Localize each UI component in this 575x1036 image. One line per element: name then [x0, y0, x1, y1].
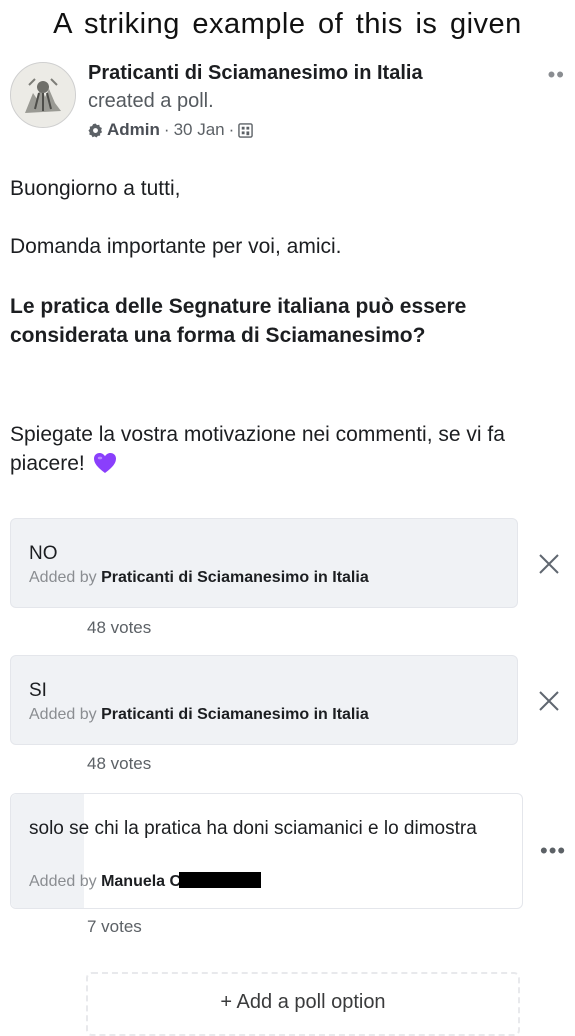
- caption-text: A striking example of this is given: [53, 8, 522, 40]
- meta-separator: ·: [228, 120, 235, 139]
- poll-option-label: NO: [29, 543, 58, 564]
- post-more-icon[interactable]: ••: [548, 62, 565, 88]
- purple-heart-icon: [93, 453, 116, 473]
- poll-option-label: SI: [29, 680, 47, 701]
- admin-label: Admin: [107, 120, 160, 139]
- close-icon[interactable]: [538, 553, 560, 575]
- close-icon[interactable]: [538, 690, 560, 712]
- group-privacy-icon: [238, 122, 254, 138]
- poll-option-added-by: Added by Praticanti di Sciamanesimo in I…: [29, 569, 369, 586]
- post-closing: Spiegate la vostra motivazione nei comme…: [10, 420, 575, 478]
- poll-option-label: solo se chi la pratica ha doni sciamanic…: [29, 818, 477, 839]
- poll-option-author[interactable]: Praticanti di Sciamanesimo in Italia: [101, 706, 369, 723]
- post-meta: Admin · 30 Jan ·: [88, 120, 254, 140]
- poll-option-votes[interactable]: 7 votes: [87, 917, 142, 937]
- poll-option-author[interactable]: Praticanti di Sciamanesimo in Italia: [101, 569, 369, 586]
- add-poll-option-button[interactable]: + Add a poll option: [86, 972, 520, 1036]
- post-intro: Domanda importante per voi, amici.: [10, 235, 342, 258]
- avatar-illustration-icon: [11, 63, 75, 127]
- poll-option[interactable]: NO Added by Praticanti di Sciamanesimo i…: [10, 518, 518, 608]
- post-action: created a poll.: [88, 90, 214, 112]
- post-date[interactable]: 30 Jan: [174, 120, 225, 140]
- post-greeting: Buongiorno a tutti,: [10, 177, 181, 200]
- post-header: Praticanti di Sciamanesimo in Italia cre…: [10, 56, 565, 152]
- poll-option-votes[interactable]: 48 votes: [87, 754, 151, 774]
- post-closing-text: Spiegate la vostra motivazione nei comme…: [10, 423, 505, 475]
- poll-option-author[interactable]: Manuela C: [101, 873, 181, 890]
- post-author[interactable]: Praticanti di Sciamanesimo in Italia: [88, 62, 423, 85]
- admin-badge-icon: [88, 122, 103, 138]
- poll-question: Le pratica delle Segnature italiana può …: [10, 295, 467, 347]
- group-avatar[interactable]: [10, 62, 76, 128]
- poll-option[interactable]: SI Added by Praticanti di Sciamanesimo i…: [10, 655, 518, 745]
- more-dots-icon[interactable]: •••: [540, 838, 566, 864]
- meta-separator: ·: [163, 120, 170, 139]
- poll-option-added-by: Added by Manuela C: [29, 872, 262, 891]
- poll-option[interactable]: solo se chi la pratica ha doni sciamanic…: [10, 793, 523, 909]
- poll-option-votes[interactable]: 48 votes: [87, 618, 151, 638]
- poll-option-added-by: Added by Praticanti di Sciamanesimo in I…: [29, 706, 369, 723]
- redaction-bar: [179, 872, 262, 888]
